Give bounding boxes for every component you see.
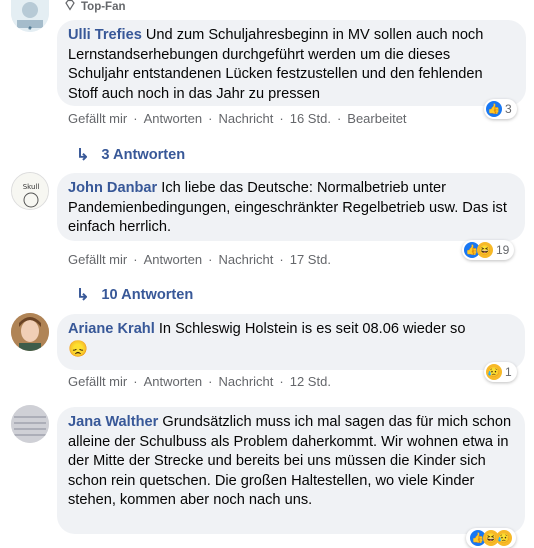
reply-arrow-icon: ↳ [76,147,90,164]
author-name[interactable]: John Danbar [68,180,157,196]
reply-button[interactable]: Antworten [144,374,203,389]
view-replies-link[interactable]: ↳ 10 Antworten [76,285,193,305]
view-replies-link[interactable]: ↳ 3 Antworten [76,145,185,165]
reaction-count: 3 [505,102,512,116]
avatar[interactable] [11,313,49,351]
comment-bubble: Ulli Trefies Und zum Schuljahresbeginn i… [57,20,526,106]
author-name[interactable]: Jana Walther [68,414,158,430]
like-reaction-icon: 👍 [486,101,502,117]
comment-bubble: John Danbar Ich liebe das Deutsche: Norm… [57,173,525,241]
replies-count: 10 Antworten [101,287,194,303]
timestamp[interactable]: 16 Std. [290,111,331,126]
author-name[interactable]: Ariane Krahl [68,321,155,337]
reply-button[interactable]: Antworten [144,111,203,126]
comment-actions: Gefällt mir · Antworten · Nachricht · 12 St… [68,374,331,389]
avatar[interactable] [11,405,49,443]
haha-reaction-icon: 😆 [477,242,493,258]
reply-arrow-icon: ↳ [76,287,90,304]
message-button[interactable]: Nachricht [218,111,273,126]
comment-bubble: Ariane Krahl In Schleswig Holstein is es… [57,314,525,370]
message-button[interactable]: Nachricht [218,252,273,267]
reply-button[interactable]: Antworten [144,252,203,267]
sad-emoji: 😞 [68,340,88,358]
reaction-count: 1 [505,365,512,379]
sad-reaction-icon: 😥 [486,364,502,380]
sad-reaction-icon: 😥 [496,530,512,546]
reaction-summary[interactable]: 😥 1 [484,362,517,382]
edited-label[interactable]: Bearbeitet [347,111,406,126]
like-button[interactable]: Gefällt mir [68,111,127,126]
timestamp[interactable]: 17 Std. [290,252,331,267]
comment-actions: Gefällt mir · Antworten · Nachricht · 17 St… [68,252,331,267]
reaction-summary[interactable]: 👍 😆 19 [462,240,515,260]
like-button[interactable]: Gefällt mir [68,252,127,267]
comment-text: In Schleswig Holstein is es seit 08.06 w… [158,321,466,337]
timestamp[interactable]: 12 Std. [290,374,331,389]
diamond-icon [64,0,76,14]
badge-label: Top-Fan [81,0,126,13]
author-name[interactable]: Ulli Trefies [68,27,142,43]
message-button[interactable]: Nachricht [218,374,273,389]
reaction-summary[interactable]: 👍 3 [484,99,517,119]
reaction-count: 19 [496,243,510,257]
comment-bubble: Jana Walther Grundsätzlich muss ich mal … [57,407,525,534]
reaction-summary[interactable]: 👍 😆 😥 [466,528,516,548]
svg-text:Skull: Skull [23,183,40,191]
comment-actions: Gefällt mir · Antworten · Nachricht · 16 St… [68,111,407,126]
svg-text:#: # [28,26,32,32]
top-fan-badge: Top-Fan [64,0,126,14]
avatar[interactable]: # [11,0,49,32]
avatar[interactable]: Skull [11,172,49,210]
like-button[interactable]: Gefällt mir [68,374,127,389]
replies-count: 3 Antworten [101,147,186,163]
